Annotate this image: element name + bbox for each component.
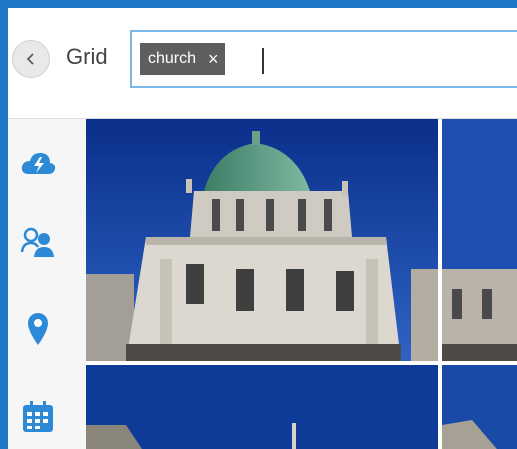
photo-tile[interactable]: [86, 365, 438, 449]
people-icon: [20, 227, 54, 257]
sidebar-item-people[interactable]: [18, 222, 58, 262]
calendar-icon: [23, 401, 53, 432]
sidebar-item-cloud[interactable]: [18, 143, 58, 183]
chip-remove-icon[interactable]: ×: [208, 50, 219, 68]
search-box[interactable]: church ×: [130, 30, 517, 88]
church-photo: [442, 365, 517, 449]
location-pin-icon: [28, 313, 48, 345]
chevron-left-icon: [26, 53, 34, 65]
photo-tile[interactable]: [86, 119, 438, 361]
search-chip[interactable]: church ×: [140, 43, 225, 75]
church-photo: [86, 119, 438, 361]
search-chip-label: church: [148, 50, 197, 67]
photo-tile[interactable]: [442, 119, 517, 361]
page-title: Grid: [66, 44, 108, 69]
church-photo: [86, 365, 438, 449]
photo-tile[interactable]: [442, 365, 517, 449]
sidebar-item-places[interactable]: [18, 308, 58, 348]
photo-grid: [86, 119, 517, 449]
cloud-icon: [21, 153, 56, 174]
church-photo: [442, 119, 517, 361]
sidebar: [8, 119, 86, 449]
back-button[interactable]: [12, 40, 50, 78]
sidebar-item-calendar[interactable]: [18, 397, 58, 437]
text-caret: [262, 48, 264, 74]
photos-app-window: Grid church ×: [8, 8, 517, 449]
top-bar: Grid church ×: [8, 8, 517, 118]
